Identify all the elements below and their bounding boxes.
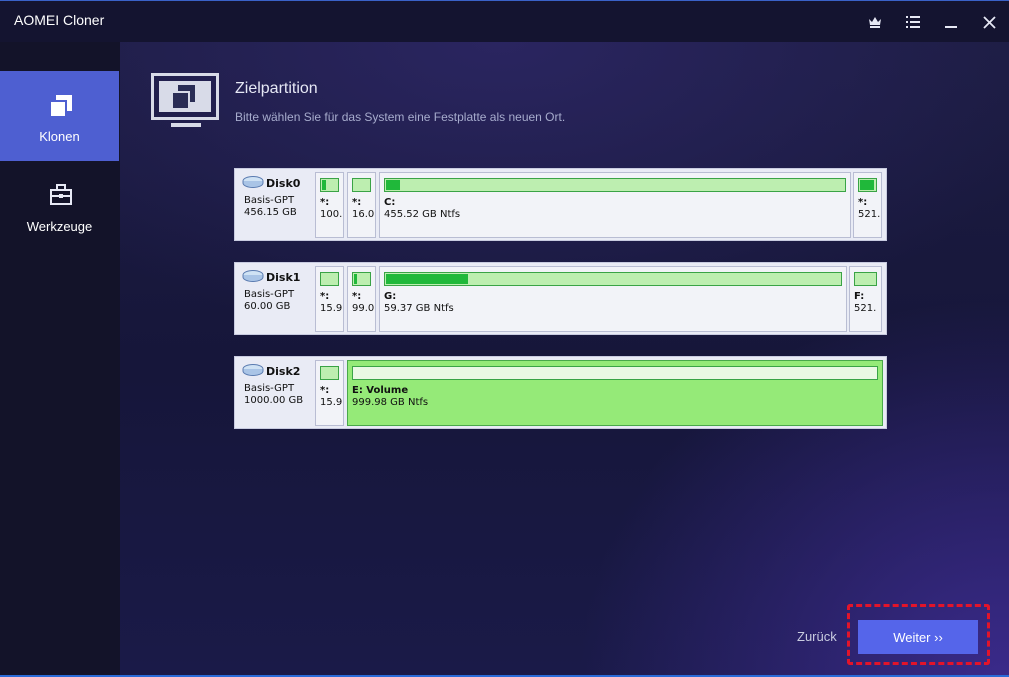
app-window: AOMEI Cloner Klonen Werkzeuge Zielpartit… bbox=[0, 0, 1009, 677]
disk-size: 456.15 GB bbox=[244, 207, 297, 218]
usage-bar bbox=[854, 272, 877, 286]
sidebar-item-werkzeuge[interactable]: Werkzeuge bbox=[0, 161, 119, 251]
usage-bar bbox=[320, 272, 339, 286]
menu-icon[interactable] bbox=[900, 9, 926, 35]
disk-info: Disk1 Basis-GPT 60.00 GB bbox=[235, 263, 315, 334]
partition-label: C: bbox=[384, 197, 396, 208]
close-icon[interactable] bbox=[976, 9, 1002, 35]
partition-label: *: bbox=[858, 197, 868, 208]
sidebar: Klonen Werkzeuge bbox=[0, 42, 120, 675]
partition-size: 455.52 GB Ntfs bbox=[384, 209, 461, 220]
usage-bar bbox=[320, 178, 339, 192]
partition[interactable]: *: 15.9 bbox=[315, 360, 344, 426]
toolbox-icon bbox=[49, 183, 73, 211]
partition-label: *: bbox=[320, 385, 330, 396]
partition-label: *: bbox=[352, 197, 362, 208]
disk-size: 1000.00 GB bbox=[244, 395, 304, 406]
partition-size: 521. bbox=[854, 303, 877, 314]
disk-name: Disk0 bbox=[266, 177, 301, 190]
crown-icon[interactable] bbox=[862, 9, 888, 35]
partition[interactable]: C: 455.52 GB Ntfs bbox=[379, 172, 851, 238]
disk-row[interactable]: Disk1 Basis-GPT 60.00 GB *: 15.9 *: 99.0… bbox=[234, 262, 887, 335]
partition-size: 15.9 bbox=[320, 303, 343, 314]
usage-bar bbox=[352, 366, 878, 380]
usage-bar bbox=[384, 178, 846, 192]
usage-fill bbox=[386, 180, 400, 190]
page-title: Zielpartition bbox=[235, 80, 318, 97]
disk-size: 60.00 GB bbox=[244, 301, 291, 312]
partition-size: 99.0 bbox=[352, 303, 375, 314]
partition[interactable]: *: 100. bbox=[315, 172, 344, 238]
usage-bar bbox=[352, 272, 371, 286]
partition-size: 999.98 GB Ntfs bbox=[352, 397, 429, 408]
partition-selected[interactable]: E: Volume 999.98 GB Ntfs bbox=[347, 360, 883, 426]
disk-type: Basis-GPT bbox=[244, 383, 295, 394]
partition[interactable]: F: 521. bbox=[849, 266, 882, 332]
partition-label: F: bbox=[854, 291, 865, 302]
usage-bar bbox=[858, 178, 877, 192]
disk-row[interactable]: Disk2 Basis-GPT 1000.00 GB *: 15.9 E: Vo… bbox=[234, 356, 887, 429]
disk-name: Disk1 bbox=[266, 271, 301, 284]
back-button[interactable]: Zurück bbox=[797, 629, 837, 644]
usage-bar bbox=[320, 366, 339, 380]
partition-size: 521. bbox=[858, 209, 881, 220]
partition[interactable]: *: 16.0 bbox=[347, 172, 376, 238]
partition[interactable]: *: 521. bbox=[853, 172, 882, 238]
app-title: AOMEI Cloner bbox=[14, 12, 105, 28]
disk-type: Basis-GPT bbox=[244, 289, 295, 300]
partition-size: 100. bbox=[320, 209, 343, 220]
partition-label: *: bbox=[320, 291, 330, 302]
partition[interactable]: *: 15.9 bbox=[315, 266, 344, 332]
partition-size: 16.0 bbox=[352, 209, 375, 220]
partition-label: E: Volume bbox=[352, 385, 409, 396]
usage-bar bbox=[352, 178, 371, 192]
next-button[interactable]: Weiter ›› bbox=[858, 620, 978, 654]
disk-type: Basis-GPT bbox=[244, 195, 295, 206]
minimize-icon[interactable] bbox=[938, 9, 964, 35]
usage-fill bbox=[860, 180, 875, 190]
partition[interactable]: G: 59.37 GB Ntfs bbox=[379, 266, 847, 332]
monitor-icon bbox=[151, 73, 221, 135]
sidebar-item-label: Werkzeuge bbox=[26, 219, 93, 234]
partition-label: *: bbox=[352, 291, 362, 302]
disk-info: Disk0 Basis-GPT 456.15 GB bbox=[235, 169, 315, 240]
disk-icon bbox=[242, 364, 264, 379]
disk-icon bbox=[242, 270, 264, 285]
disk-icon bbox=[242, 176, 264, 191]
sidebar-item-label: Klonen bbox=[39, 129, 80, 144]
partition[interactable]: *: 99.0 bbox=[347, 266, 376, 332]
usage-fill bbox=[386, 274, 469, 284]
partition-label: *: bbox=[320, 197, 330, 208]
disk-row[interactable]: Disk0 Basis-GPT 456.15 GB *: 100. *: 16.… bbox=[234, 168, 887, 241]
disk-name: Disk2 bbox=[266, 365, 301, 378]
partition-size: 59.37 GB Ntfs bbox=[384, 303, 454, 314]
disk-info: Disk2 Basis-GPT 1000.00 GB bbox=[235, 357, 315, 428]
sidebar-item-klonen[interactable]: Klonen bbox=[0, 71, 119, 161]
clone-icon bbox=[48, 93, 74, 123]
page-subtitle: Bitte wählen Sie für das System eine Fes… bbox=[235, 110, 566, 124]
partition-size: 15.9 bbox=[320, 397, 343, 408]
usage-fill bbox=[322, 180, 327, 190]
usage-bar bbox=[384, 272, 842, 286]
usage-fill bbox=[354, 274, 358, 284]
partition-label: G: bbox=[384, 291, 397, 302]
title-bar: AOMEI Cloner bbox=[0, 0, 1009, 42]
